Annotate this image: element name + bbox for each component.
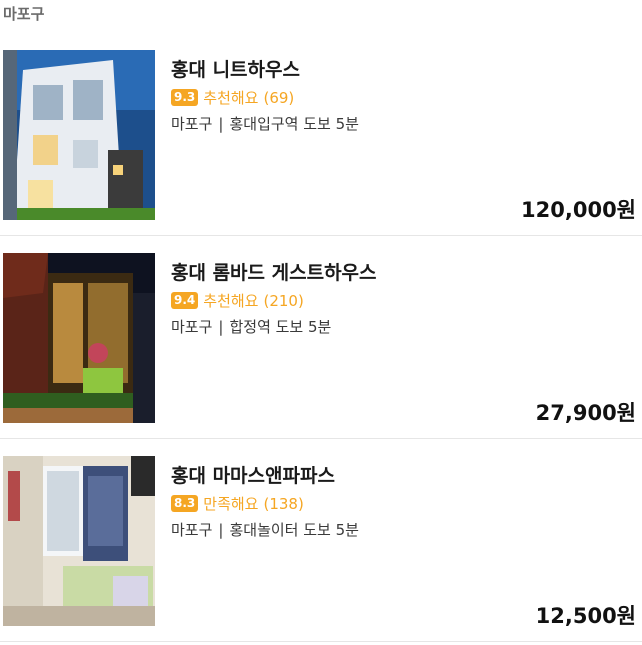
review-count: (69) (263, 88, 295, 107)
rating-row: 8.3 만족해요 (138) (171, 493, 304, 514)
district: 마포구 (171, 521, 213, 539)
score-badge: 9.4 (171, 292, 199, 309)
listing-page: 마포구 홍대 니트하우스 9.3 추천해요 (69) 마포구 | 홍대입구역 도… (0, 0, 642, 645)
location-row: 마포구 | 홍대입구역 도보 5분 (171, 113, 359, 134)
distance: 합정역 도보 5분 (229, 318, 332, 336)
listing-price: 12,500원 (535, 604, 636, 628)
listing-title: 홍대 마마스앤파파스 (171, 465, 335, 487)
listing-price: 27,900원 (535, 401, 636, 425)
separator: | (218, 318, 224, 336)
rating-row: 9.4 추천해요 (210) (171, 290, 304, 311)
score-badge: 8.3 (171, 495, 199, 512)
rating-text: 추천해요 (203, 292, 259, 310)
listing-title: 홍대 롬바드 게스트하우스 (171, 262, 377, 284)
district: 마포구 (171, 115, 213, 133)
listing-thumbnail[interactable] (3, 253, 155, 423)
listing-title: 홍대 니트하우스 (171, 59, 300, 81)
listing-card[interactable]: 홍대 마마스앤파파스 8.3 만족해요 (138) 마포구 | 홍대놀이터 도보 5… (0, 456, 642, 642)
rating-text: 추천해요 (203, 89, 259, 107)
listing-card[interactable]: 홍대 니트하우스 9.3 추천해요 (69) 마포구 | 홍대입구역 도보 5분 1… (0, 50, 642, 236)
rating-row: 9.3 추천해요 (69) (171, 87, 294, 108)
location-row: 마포구 | 홍대놀이터 도보 5분 (171, 519, 359, 540)
listing-thumbnail[interactable] (3, 456, 155, 626)
listing-thumbnail[interactable] (3, 50, 155, 220)
region-label: 마포구 (3, 5, 45, 23)
listing-card[interactable]: 홍대 롬바드 게스트하우스 9.4 추천해요 (210) 마포구 | 합정역 도보 … (0, 253, 642, 439)
review-count: (210) (263, 291, 304, 310)
district: 마포구 (171, 318, 213, 336)
review-count: (138) (263, 494, 304, 513)
separator: | (218, 521, 224, 539)
distance: 홍대입구역 도보 5분 (229, 115, 359, 133)
distance: 홍대놀이터 도보 5분 (229, 521, 359, 539)
score-badge: 9.3 (171, 89, 199, 106)
location-row: 마포구 | 합정역 도보 5분 (171, 316, 331, 337)
rating-text: 만족해요 (203, 495, 259, 513)
listing-price: 120,000원 (521, 198, 636, 222)
separator: | (218, 115, 224, 133)
